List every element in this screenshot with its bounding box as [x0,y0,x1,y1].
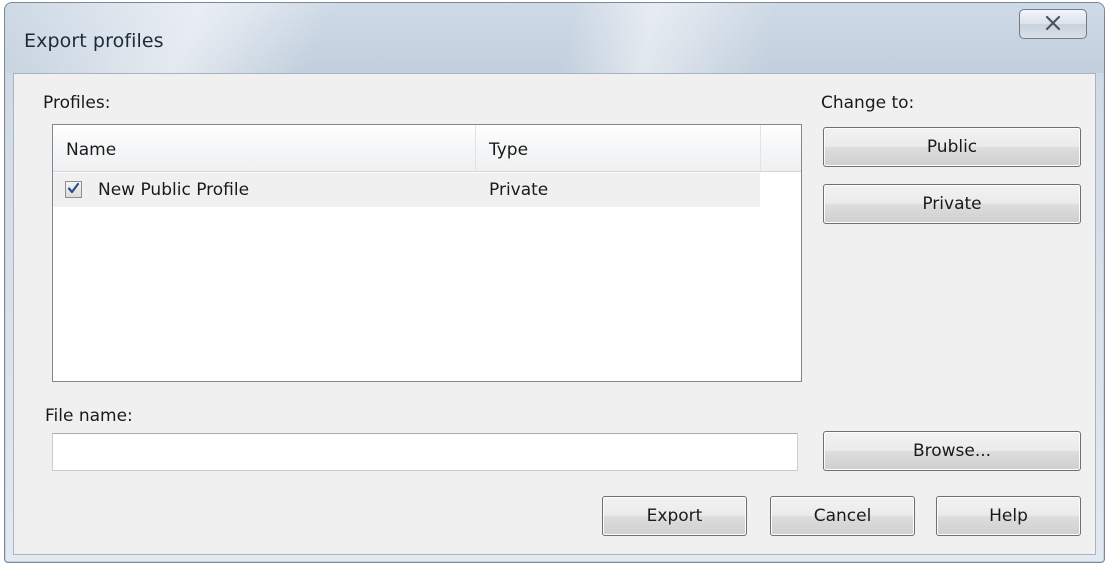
export-button[interactable]: Export [602,496,747,536]
table-row[interactable]: New Public Profile Private [53,173,760,207]
profiles-list-header: Name Type [53,125,801,172]
private-button[interactable]: Private [823,184,1081,224]
change-to-label: Change to: [821,93,915,113]
file-name-label: File name: [45,406,133,426]
title-bar: Export profiles [5,3,1104,73]
profile-type-cell: Private [489,180,549,200]
profile-name-cell: New Public Profile [98,180,250,200]
browse-button[interactable]: Browse... [823,431,1081,471]
export-profiles-dialog: Export profiles Profiles: Name Type New … [4,2,1105,563]
help-button[interactable]: Help [936,496,1081,536]
file-name-input[interactable] [52,433,798,471]
checkmark-icon [67,180,80,199]
close-button[interactable] [1019,9,1087,39]
column-header-filler [761,125,801,171]
profiles-list[interactable]: Name Type New Public Profile Private [52,124,802,382]
close-x-icon [1045,15,1061,34]
dialog-body: Profiles: Name Type New Public Profile P… [13,73,1096,555]
profile-checkbox[interactable] [65,181,82,198]
column-header-name[interactable]: Name [53,125,476,171]
dialog-title: Export profiles [24,30,164,52]
profiles-label: Profiles: [43,93,111,113]
column-header-type[interactable]: Type [476,125,761,171]
public-button[interactable]: Public [823,127,1081,167]
cancel-button[interactable]: Cancel [770,496,915,536]
